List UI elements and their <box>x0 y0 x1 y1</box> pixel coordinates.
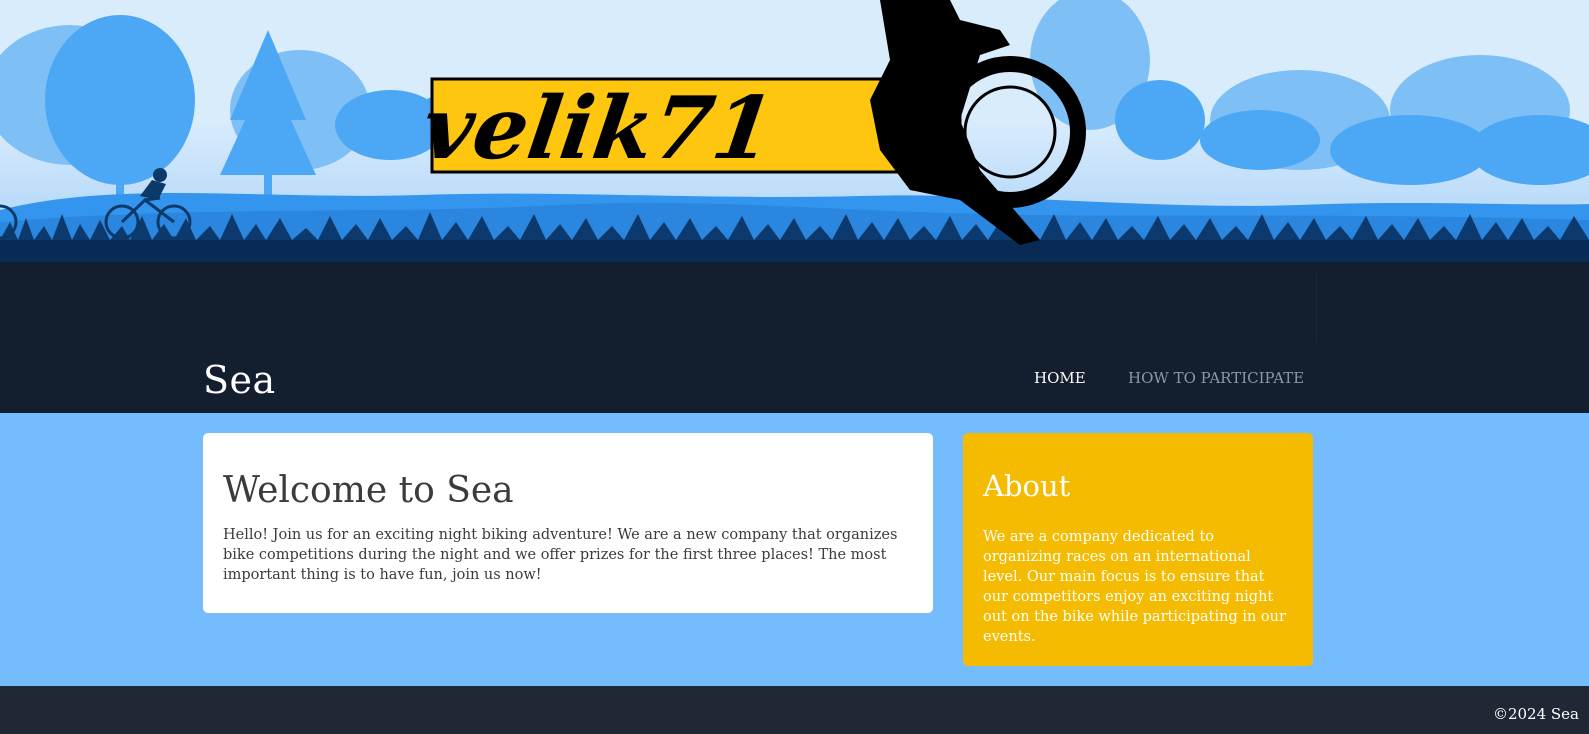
logo-text: velik71 <box>417 78 780 179</box>
about-heading: About <box>983 469 1071 503</box>
nav-home-link[interactable]: HOME <box>1034 369 1086 387</box>
footer: ©2024 Sea <box>0 686 1589 734</box>
about-card: About We are a company dedicated to orga… <box>963 433 1313 666</box>
forest-illustration: velik71 <box>0 0 1589 275</box>
divider <box>1316 274 1317 342</box>
about-text: We are a company dedicated to organizing… <box>983 528 1286 645</box>
welcome-heading: Welcome to Sea <box>223 470 514 511</box>
welcome-text: Hello! Join us for an exciting night bik… <box>223 526 898 583</box>
copyright-text: ©2024 Sea <box>1492 705 1579 723</box>
hero-banner: velik71 <box>0 0 1589 275</box>
welcome-card: Welcome to Sea Hello! Join us for an exc… <box>203 433 933 613</box>
nav-how-to-participate-link[interactable]: HOW TO PARTICIPATE <box>1128 369 1304 387</box>
site-title[interactable]: Sea <box>203 358 276 402</box>
